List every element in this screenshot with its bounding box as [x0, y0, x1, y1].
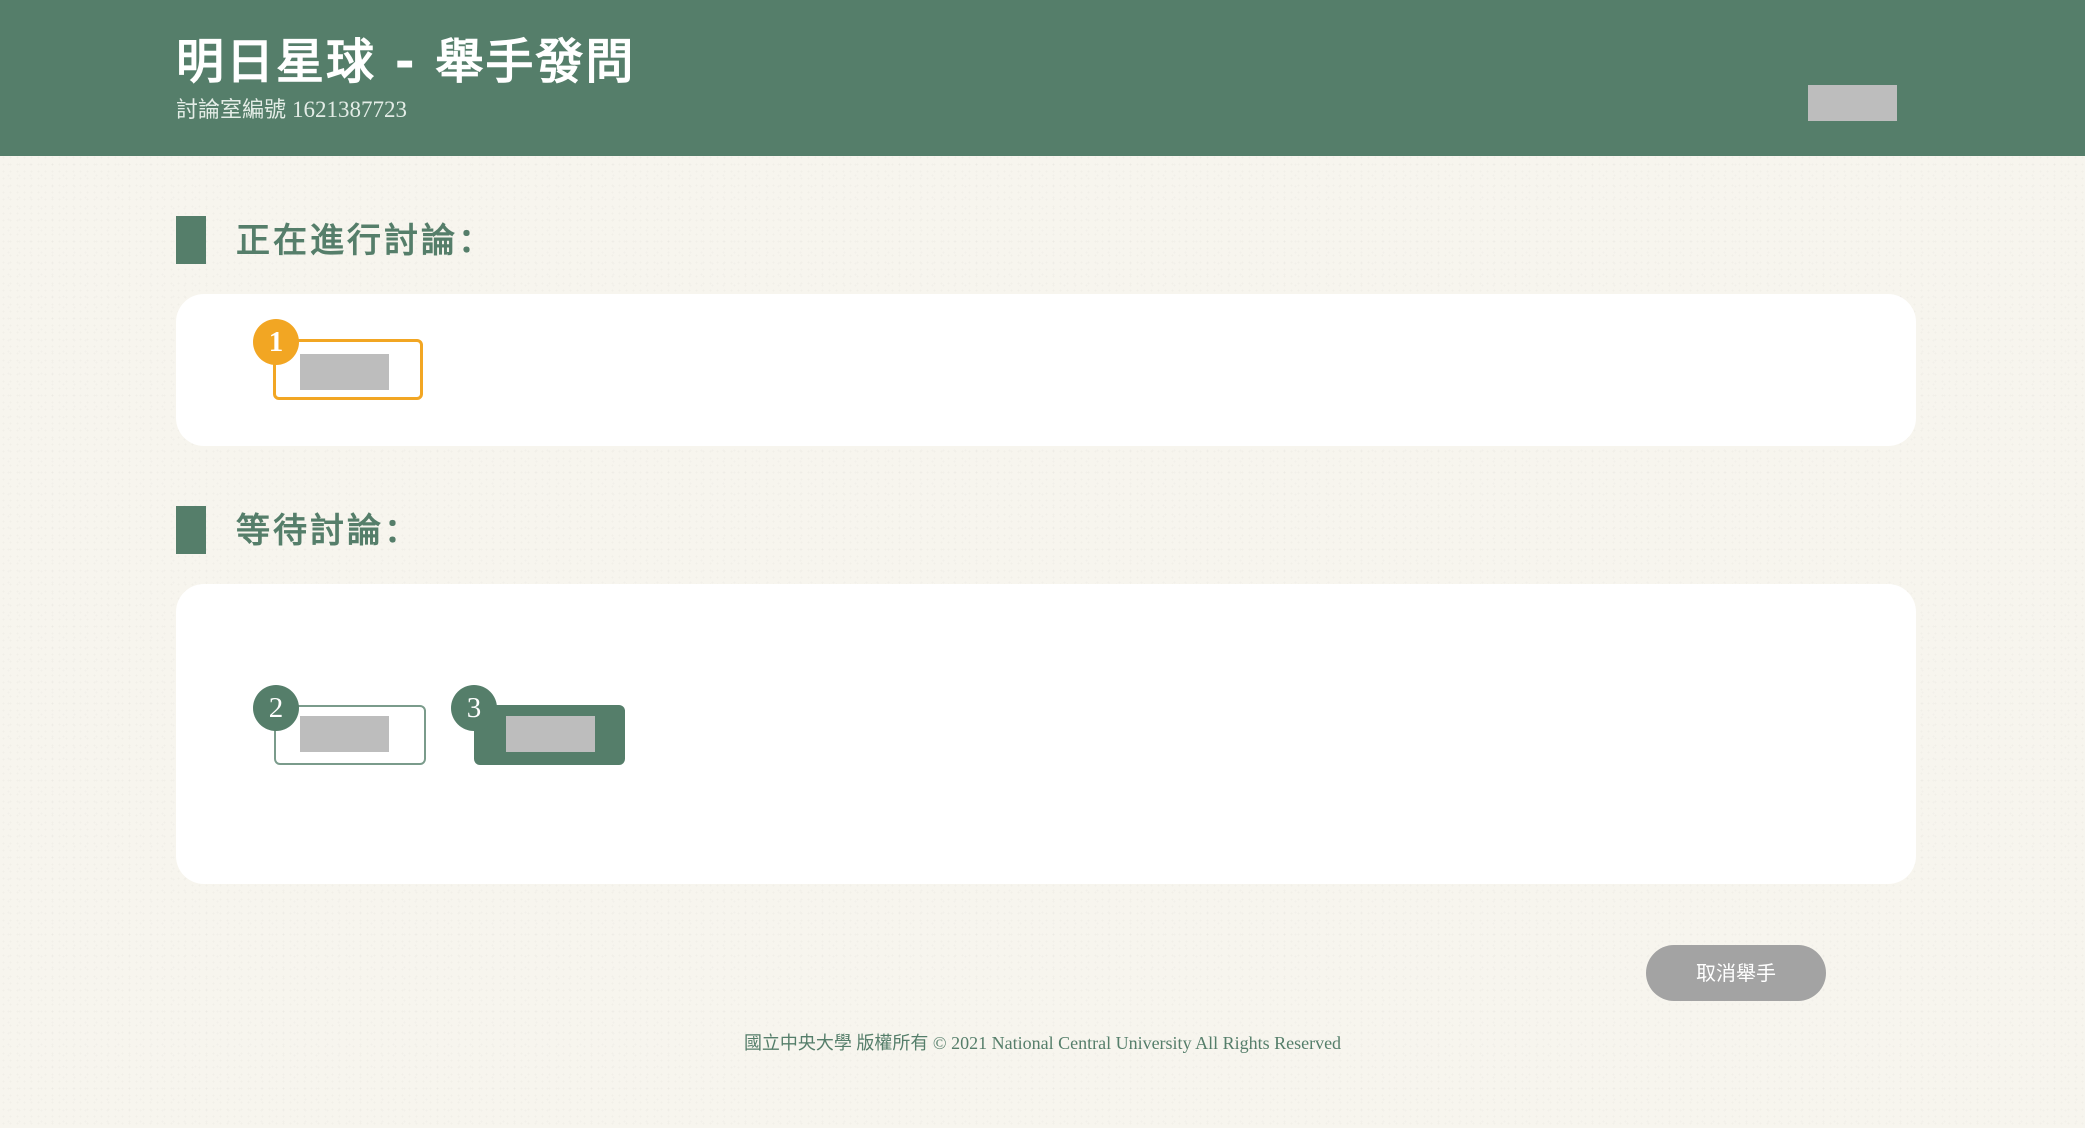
queue-number-badge: 3 [451, 685, 497, 731]
current-user-name-redacted [1808, 85, 1897, 121]
waiting-user-name-redacted [300, 716, 389, 752]
current-section-marker [176, 216, 206, 264]
footer-copyright: 國立中央大學 版權所有 © 2021 National Central Univ… [743, 1033, 1342, 1053]
current-section-title: 正在進行討論： [236, 221, 495, 261]
page-title: 明日星球 - 舉手發問 [176, 34, 636, 90]
room-label: 討論室編號 [176, 98, 287, 123]
own-user-name-redacted [506, 716, 595, 752]
current-discussion-panel: 1 [176, 294, 1916, 446]
own-user-chip [474, 705, 625, 765]
waiting-queue-panel: 2 3 [176, 584, 1916, 884]
queue-number-badge: 2 [253, 685, 299, 731]
cancel-raise-hand-button[interactable]: 取消舉手 [1646, 945, 1826, 1001]
waiting-section-marker [176, 506, 206, 554]
room-number: 1621387723 [292, 97, 408, 122]
queue-number-badge: 1 [253, 319, 299, 365]
speaker-name-redacted [300, 354, 389, 390]
room-info: 討論室編號 1621387723 [176, 96, 407, 125]
app-header: 明日星球 - 舉手發問 討論室編號 1621387723 [0, 0, 2085, 156]
waiting-section-title: 等待討論： [236, 511, 421, 551]
